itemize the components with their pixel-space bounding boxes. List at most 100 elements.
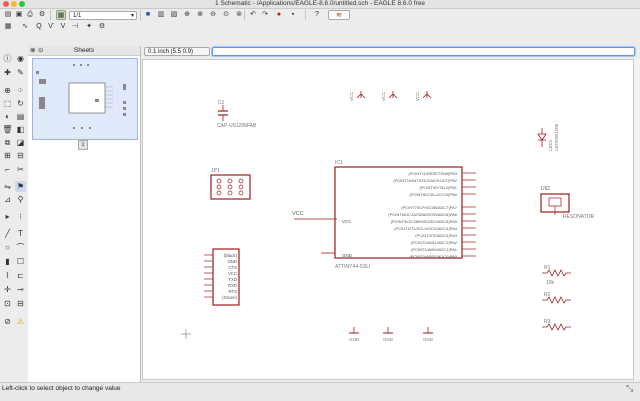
save-icon[interactable]: ▣ — [14, 10, 24, 20]
ftdi-pin-label: CTS — [228, 265, 237, 270]
vertical-scrollbar[interactable] — [634, 59, 640, 380]
main-toolbar: ▤ ▣ ⎙ ⚙ ▦ 1/1 ▾ ■ ▥ ▧ ⊕ ⊕ ⊖ ⊙ ⊚ ↶ ↷ ● ▪ ?… — [0, 9, 640, 33]
text-tool-icon[interactable]: T — [15, 228, 26, 239]
split-icon[interactable]: Ѵ — [46, 22, 56, 32]
polygon-icon[interactable]: ☐ — [15, 256, 26, 267]
delete-icon[interactable]: 🗑 — [2, 124, 13, 135]
led-led1[interactable]: LED1 LEDFAB1206 — [537, 123, 559, 151]
gnd-symbol[interactable]: GND — [383, 327, 394, 342]
undo-icon[interactable]: ↶ — [248, 10, 258, 20]
run-ulp-icon[interactable]: ▧ — [169, 10, 179, 20]
add-icon[interactable]: ◧ — [15, 124, 26, 135]
ic-pin-label: (PCINT3/T0/ADC3)PA3 — [415, 233, 457, 238]
warning-icon[interactable]: ⚠ — [15, 316, 26, 327]
vcc-symbol[interactable]: VCC — [415, 91, 432, 101]
info-icon[interactable]: ⓘ — [2, 53, 13, 64]
dimension-icon[interactable]: ⊡ — [2, 298, 13, 309]
script-icon[interactable]: ▥ — [156, 10, 166, 20]
name-icon[interactable]: ◪ — [15, 137, 26, 148]
zoom-window-icon[interactable] — [19, 1, 25, 7]
minimize-window-icon[interactable] — [11, 1, 17, 7]
arc-icon[interactable]: ⌒ — [15, 242, 26, 253]
sheet-select[interactable]: 1/1 ▾ — [69, 11, 137, 20]
redo-icon[interactable]: ↷ — [260, 10, 270, 20]
bus-icon[interactable]: ⌇ — [2, 270, 13, 281]
print-icon[interactable]: ⎙ — [25, 10, 35, 20]
junction-icon[interactable]: ✛ — [2, 284, 13, 295]
gnd-symbol[interactable]: GND — [349, 327, 360, 342]
resistor-name: R1 — [544, 265, 551, 271]
net-icon[interactable]: ⊏ — [15, 270, 26, 281]
copy-icon[interactable]: ⁘ — [15, 85, 26, 96]
ftdi-pin-label: (Green) — [222, 295, 237, 300]
go-icon[interactable]: ▪ — [288, 10, 298, 20]
change-icon[interactable]: ⚑ — [15, 181, 26, 192]
ic-pin-label: (PCINT10/INT0/OC0A/CKOUT)PB2 — [393, 178, 457, 183]
close-window-icon[interactable] — [3, 1, 9, 7]
coordinate-bar: 0.1 inch (5.5 0.9) — [142, 46, 640, 57]
split-net-icon[interactable]: ⌐ — [2, 164, 13, 175]
sheet-number[interactable]: 1 — [78, 140, 88, 150]
replace-icon[interactable]: ⧉ — [2, 137, 13, 148]
ftdi-header[interactable]: (Black) GND CTS VCC TXD RXD RTS (Green) — [204, 248, 240, 306]
command-input[interactable] — [212, 47, 635, 56]
value-icon[interactable]: ⊞ — [2, 150, 13, 161]
zoom-in-icon[interactable]: ⊕ — [195, 10, 205, 20]
circle-icon[interactable]: ○ — [2, 242, 13, 253]
layer-icon[interactable]: ∿ — [20, 22, 30, 32]
gnd-symbol[interactable]: GND — [423, 327, 434, 342]
capacitor-c1[interactable]: C1 CAP-US1206FAB — [217, 100, 257, 129]
gateswap-icon[interactable]: ⇋ — [2, 181, 13, 192]
group-icon[interactable]: ⬚ — [2, 98, 13, 109]
sheet-thumbnail[interactable] — [32, 58, 138, 140]
vcc-symbol[interactable]: VCC — [381, 91, 398, 101]
paste-icon[interactable]: ▤ — [15, 111, 26, 122]
zoom-redraw-icon[interactable]: ⊙ — [221, 10, 231, 20]
resistor-r1[interactable]: R1 10k — [542, 265, 571, 286]
vcc-symbol[interactable]: VCC — [349, 91, 366, 101]
schematic-canvas[interactable]: VCC VCC VCC C1 CAP-US1206FAB JP1 VCC IC1… — [142, 59, 634, 380]
display-icon[interactable]: ✚ — [2, 67, 13, 78]
jumper-jp1[interactable]: JP1 — [210, 168, 251, 200]
invoke-icon[interactable]: ⊿ — [2, 194, 13, 205]
route-icon[interactable]: ✦ — [84, 22, 94, 32]
optimize-icon[interactable]: ⊣ — [70, 22, 80, 32]
design-link-icon[interactable]: ≋ — [328, 10, 350, 20]
vcc-label: VCC — [415, 91, 420, 101]
command-toolbar: ⓘ ◉ ✚ ✎ ⊕ ⁘ ⬚ ↻ ◐ ▤ 🗑 ◧ ⧉ ◪ ⊞ ⊟ ⌐ ✂ ⇋ ⚑ … — [0, 46, 29, 382]
rotate-icon[interactable]: ↻ — [15, 98, 26, 109]
resonator-u2[interactable]: U$2 RESONATOR — [540, 186, 595, 220]
optimize-tool-icon[interactable]: ▸ — [2, 211, 13, 222]
ic-attiny44[interactable]: IC1 ATTINY44-SSU VCC GND (PCINT11/RESET/… — [321, 160, 476, 270]
rect-icon[interactable]: ▮ — [2, 256, 13, 267]
help-icon[interactable]: ? — [312, 10, 322, 20]
move-icon[interactable]: ⊕ — [2, 85, 13, 96]
drc-icon[interactable]: ⊘ — [2, 316, 13, 327]
show-icon[interactable]: ◉ — [15, 53, 26, 64]
mark-icon[interactable]: ✎ — [15, 67, 26, 78]
erc-icon[interactable]: ⁝ — [15, 211, 26, 222]
zoom-select-icon[interactable]: ⊚ — [234, 10, 244, 20]
resistor-r3[interactable]: R3 — [542, 319, 571, 331]
text-icon[interactable]: V — [58, 22, 68, 32]
open-icon[interactable]: ▤ — [3, 10, 13, 20]
smash-icon[interactable]: ⊟ — [15, 150, 26, 161]
mirror-icon[interactable]: ◐ — [2, 111, 13, 122]
label-icon[interactable]: ⊸ — [15, 284, 26, 295]
grid-icon[interactable]: ▦ — [3, 22, 13, 32]
use-library-icon[interactable]: ■ — [143, 10, 153, 20]
zoom-out-icon[interactable]: ⊖ — [208, 10, 218, 20]
zoom-fit-icon[interactable]: ⊕ — [182, 10, 192, 20]
attribute-icon[interactable]: ⚲ — [15, 194, 26, 205]
settings-icon[interactable]: ⚙ — [97, 22, 107, 32]
pinswap-icon[interactable]: ✂ — [15, 164, 26, 175]
wire-icon[interactable]: ╱ — [2, 228, 13, 239]
frame-icon[interactable]: ⊟ — [15, 298, 26, 309]
cam-icon[interactable]: ⚙ — [37, 10, 47, 20]
stop-icon[interactable]: ● — [274, 10, 284, 20]
resize-grip-icon[interactable]: ⤡ — [626, 383, 633, 394]
resistor-r2[interactable]: R2 — [542, 292, 571, 304]
board-switch-icon[interactable]: ▦ — [56, 10, 66, 20]
ftdi-pin-label: TXD — [228, 277, 237, 282]
miter-icon[interactable]: Q — [34, 22, 44, 32]
